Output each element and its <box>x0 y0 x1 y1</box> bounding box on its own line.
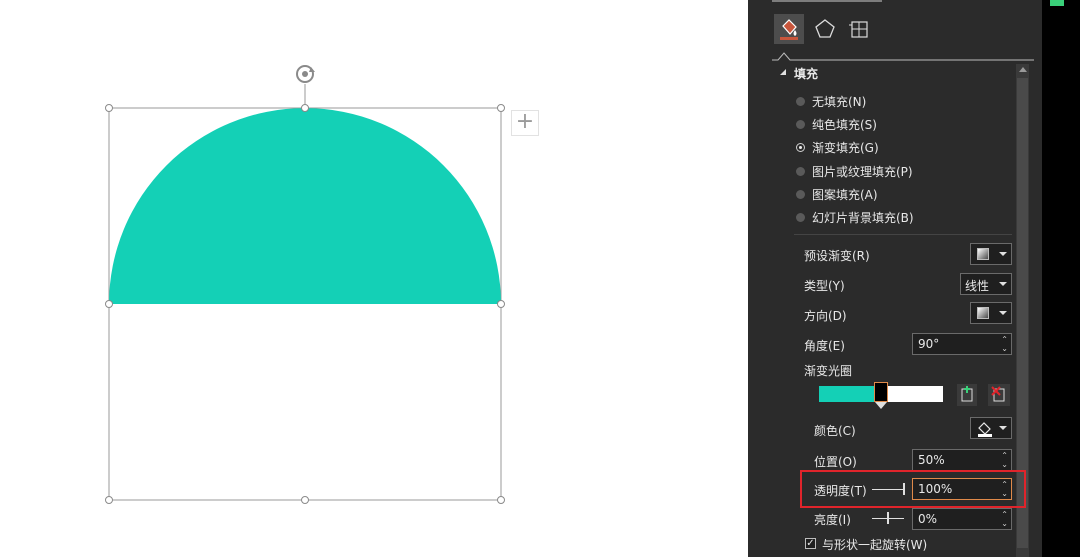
preset-gradient-label: 预设渐变(R) <box>804 249 870 263</box>
type-dropdown[interactable]: 线性 <box>960 273 1012 295</box>
divider <box>794 234 1012 235</box>
spinner-icon: ⌃ ⌄ <box>1001 480 1008 498</box>
radio-background-fill[interactable] <box>796 213 805 222</box>
brightness-slider-thumb[interactable] <box>887 512 889 524</box>
gradient-stop-selected[interactable] <box>874 382 888 402</box>
stop-pointer-icon <box>875 402 887 409</box>
transparency-label: 透明度(T) <box>814 484 867 498</box>
add-stop-icon <box>961 386 973 402</box>
paint-bucket-icon <box>978 422 992 437</box>
chevron-down-icon <box>999 311 1007 315</box>
position-input[interactable]: 50% ⌃ ⌄ <box>912 449 1012 471</box>
remove-stop-icon <box>991 386 1005 402</box>
add-gradient-stop-button[interactable] <box>957 384 977 406</box>
status-indicator-icon <box>1050 0 1064 6</box>
position-value: 50% <box>918 453 945 467</box>
color-label: 颜色(C) <box>814 424 856 438</box>
side-strip <box>1042 0 1080 557</box>
option-solid-fill[interactable]: 纯色填充(S) <box>812 116 877 133</box>
resize-handle-bottom-left[interactable] <box>105 496 113 504</box>
spinner-icon: ⌃ ⌄ <box>1001 451 1008 469</box>
format-shape-panel: 填充 无填充(N) 纯色填充(S) 渐变填充(G) 图片或纹理填充(P) 图案填… <box>748 0 1042 557</box>
fill-section-title[interactable]: 填充 <box>794 65 818 82</box>
transparency-value: 100% <box>918 482 953 496</box>
angle-input[interactable]: 90° ⌃ ⌄ <box>912 333 1012 355</box>
plus-icon[interactable]: + <box>511 110 539 136</box>
transparency-slider-thumb[interactable] <box>903 483 905 495</box>
size-properties-icon <box>849 21 868 38</box>
resize-handle-left[interactable] <box>105 300 113 308</box>
option-pattern-fill[interactable]: 图案填充(A) <box>812 186 878 203</box>
resize-handle-top-right[interactable] <box>497 104 505 112</box>
brightness-label: 亮度(I) <box>814 513 851 527</box>
type-value: 线性 <box>965 279 990 293</box>
resize-handle-top-left[interactable] <box>105 104 113 112</box>
rotate-handle-icon <box>296 65 315 83</box>
preset-gradient-dropdown[interactable] <box>970 243 1012 265</box>
size-properties-tab[interactable] <box>848 18 870 40</box>
brightness-input[interactable]: 0% ⌃ ⌄ <box>912 508 1012 530</box>
direction-icon <box>977 307 989 319</box>
option-background-fill[interactable]: 幻灯片背景填充(B) <box>812 209 914 226</box>
resize-handle-right[interactable] <box>497 300 505 308</box>
transparency-input[interactable]: 100% ⌃ ⌄ <box>912 478 1012 500</box>
radio-solid-fill[interactable] <box>796 120 805 129</box>
spinner-icon: ⌃ ⌄ <box>1001 335 1008 353</box>
direction-dropdown[interactable] <box>970 302 1012 324</box>
color-dropdown[interactable] <box>970 417 1012 439</box>
slide-canvas: + <box>0 0 748 557</box>
shape-layer <box>108 65 502 501</box>
brightness-value: 0% <box>918 512 938 526</box>
chevron-down-icon <box>999 426 1007 430</box>
spinner-icon: ⌃ ⌄ <box>1001 510 1008 528</box>
fill-line-tab[interactable] <box>774 14 804 44</box>
direction-label: 方向(D) <box>804 309 847 323</box>
type-label: 类型(Y) <box>804 279 845 293</box>
collapse-caret-icon[interactable] <box>780 69 786 75</box>
radio-no-fill[interactable] <box>796 97 805 106</box>
radio-picture-fill[interactable] <box>796 167 805 176</box>
angle-value: 90° <box>918 337 940 351</box>
chevron-down-icon <box>999 252 1007 256</box>
option-gradient-fill[interactable]: 渐变填充(G) <box>812 139 879 156</box>
remove-gradient-stop-button[interactable] <box>988 384 1010 406</box>
radio-gradient-fill[interactable] <box>796 143 805 152</box>
angle-label: 角度(E) <box>804 339 845 353</box>
rotate-with-shape-checkbox[interactable]: ✓ <box>805 538 816 549</box>
resize-handle-bottom-right[interactable] <box>497 496 505 504</box>
half-circle-shape <box>109 108 501 304</box>
position-label: 位置(O) <box>814 455 857 469</box>
gradient-preset-icon <box>977 248 989 260</box>
option-picture-fill[interactable]: 图片或纹理填充(P) <box>812 163 913 180</box>
chevron-down-icon <box>999 282 1007 286</box>
resize-handle-bottom[interactable] <box>301 496 309 504</box>
effects-tab[interactable] <box>814 18 836 40</box>
pentagon-icon <box>815 19 835 38</box>
panel-tabs-header <box>772 0 912 4</box>
radio-pattern-fill[interactable] <box>796 190 805 199</box>
option-no-fill[interactable]: 无填充(N) <box>812 93 866 110</box>
gradient-stops-label: 渐变光圈 <box>804 364 853 378</box>
scroll-up-icon <box>1019 67 1027 72</box>
transparency-slider-track[interactable] <box>872 489 904 490</box>
rotate-with-shape-label[interactable]: 与形状一起旋转(W) <box>822 536 927 553</box>
resize-handle-top[interactable] <box>301 104 309 112</box>
